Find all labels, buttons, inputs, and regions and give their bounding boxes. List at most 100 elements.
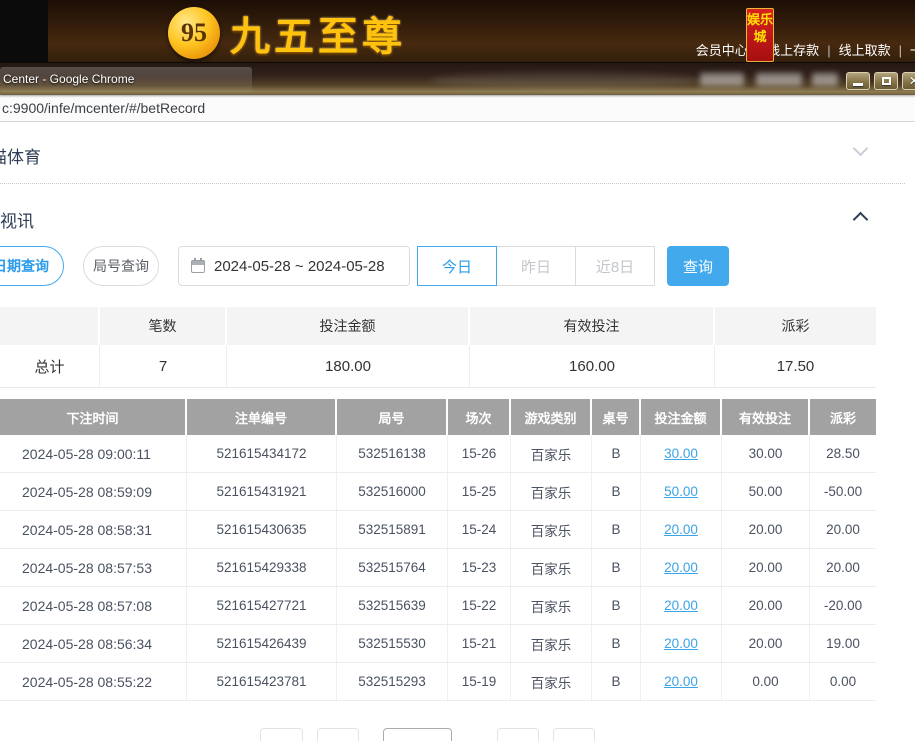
maximize-button[interactable] bbox=[874, 72, 898, 90]
order-id-cell: 521615434172 bbox=[187, 435, 337, 472]
game-type-cell: 百家乐 bbox=[511, 663, 592, 700]
logo-95-icon: 95 bbox=[168, 7, 220, 59]
header-session: 场次 bbox=[448, 399, 511, 435]
pager-first-button[interactable] bbox=[260, 728, 303, 741]
top-nav: 会员中心|线上存款|线上取款|一 bbox=[696, 40, 915, 59]
close-button[interactable]: ✕ bbox=[902, 72, 915, 90]
header-bet-amount: 投注金额 bbox=[641, 399, 722, 435]
valid-bet-cell: 20.00 bbox=[722, 549, 810, 586]
session-cell: 15-25 bbox=[448, 473, 511, 510]
pager-next-button[interactable] bbox=[497, 728, 539, 741]
session-cell: 15-26 bbox=[448, 435, 511, 472]
nav-separator: | bbox=[827, 43, 830, 58]
bet-time-cell: 2024-05-28 08:55:22 bbox=[0, 663, 187, 700]
minimize-button[interactable] bbox=[846, 72, 870, 90]
bet-table-row: 2024-05-28 08:57:08521615427721532515639… bbox=[0, 587, 876, 625]
bet-table-row: 2024-05-28 08:55:22521615423781532515293… bbox=[0, 663, 876, 701]
bet-amount-cell: 20.00 bbox=[641, 663, 722, 700]
order-id-cell: 521615426439 bbox=[187, 625, 337, 662]
header-payout: 派彩 bbox=[810, 399, 876, 435]
bet-time-cell: 2024-05-28 08:56:34 bbox=[0, 625, 187, 662]
game-type-cell: 百家乐 bbox=[511, 511, 592, 548]
bet-amount-link[interactable]: 20.00 bbox=[664, 636, 698, 651]
table-no-cell: B bbox=[592, 549, 641, 586]
valid-bet-cell: 30.00 bbox=[722, 435, 810, 472]
url-bar[interactable]: c:9900/infe/mcenter/#/betRecord bbox=[0, 95, 915, 122]
maximize-icon bbox=[882, 77, 891, 85]
bet-table-header-row: 下注时间 注单编号 局号 场次 游戏类别 桌号 投注金额 有效投注 派彩 bbox=[0, 399, 876, 435]
pager-page-button[interactable] bbox=[383, 728, 452, 741]
table-no-cell: B bbox=[592, 473, 641, 510]
round-id-cell: 532515530 bbox=[337, 625, 448, 662]
section-sports-label: 猫体育 bbox=[0, 143, 41, 168]
date-range-input[interactable]: 2024-05-28 ~ 2024-05-28 bbox=[178, 246, 410, 286]
bet-amount-cell: 50.00 bbox=[641, 473, 722, 510]
bet-time-cell: 2024-05-28 09:00:11 bbox=[0, 435, 187, 472]
bet-amount-cell: 20.00 bbox=[641, 511, 722, 548]
order-id-cell: 521615430635 bbox=[187, 511, 337, 548]
nav-separator: | bbox=[899, 43, 902, 58]
game-type-cell: 百家乐 bbox=[511, 435, 592, 472]
bet-time-cell: 2024-05-28 08:59:09 bbox=[0, 473, 187, 510]
summary-total-row: 总计 7 180.00 160.00 17.50 bbox=[0, 345, 876, 388]
session-cell: 15-19 bbox=[448, 663, 511, 700]
summary-header-blank bbox=[0, 307, 100, 345]
minimize-icon bbox=[853, 83, 863, 86]
summary-bet-value: 180.00 bbox=[227, 345, 470, 387]
bet-amount-cell: 20.00 bbox=[641, 587, 722, 624]
bet-time-cell: 2024-05-28 08:57:08 bbox=[0, 587, 187, 624]
nav-member-center[interactable]: 会员中心 bbox=[696, 43, 748, 58]
order-id-cell: 521615427721 bbox=[187, 587, 337, 624]
bet-table-row: 2024-05-28 08:57:53521615429338532515764… bbox=[0, 549, 876, 587]
bet-amount-link[interactable]: 20.00 bbox=[664, 560, 698, 575]
today-button[interactable]: 今日 bbox=[417, 246, 497, 286]
bet-amount-cell: 30.00 bbox=[641, 435, 722, 472]
nav-partial-link[interactable]: 一 bbox=[910, 43, 915, 58]
header-order-id: 注单编号 bbox=[187, 399, 337, 435]
table-no-cell: B bbox=[592, 625, 641, 662]
search-button[interactable]: 查询 bbox=[667, 246, 729, 286]
bet-amount-link[interactable]: 20.00 bbox=[664, 598, 698, 613]
bet-amount-link[interactable]: 50.00 bbox=[664, 484, 698, 499]
nav-withdraw[interactable]: 线上取款 bbox=[839, 43, 891, 58]
payout-cell: 20.00 bbox=[810, 511, 876, 548]
bet-amount-cell: 20.00 bbox=[641, 625, 722, 662]
pager-prev-button[interactable] bbox=[317, 728, 359, 741]
summary-header-count: 笔数 bbox=[100, 307, 227, 345]
summary-valid-value: 160.00 bbox=[470, 345, 715, 387]
round-id-cell: 532515639 bbox=[337, 587, 448, 624]
valid-bet-cell: 50.00 bbox=[722, 473, 810, 510]
round-id-cell: 532515891 bbox=[337, 511, 448, 548]
round-id-cell: 532516000 bbox=[337, 473, 448, 510]
round-query-tab[interactable]: 局号查询 bbox=[83, 246, 159, 286]
bet-amount-link[interactable]: 30.00 bbox=[664, 446, 698, 461]
section-live-label: 视讯 bbox=[0, 207, 34, 232]
last8days-button[interactable]: 近8日 bbox=[575, 246, 655, 286]
valid-bet-cell: 20.00 bbox=[722, 625, 810, 662]
payout-cell: -50.00 bbox=[810, 473, 876, 510]
bet-table-row: 2024-05-28 08:56:34521615426439532515530… bbox=[0, 625, 876, 663]
summary-header-payout: 派彩 bbox=[715, 307, 876, 345]
window-title: Center - Google Chrome bbox=[3, 72, 134, 86]
yesterday-button[interactable]: 昨日 bbox=[496, 246, 576, 286]
header-round-id: 局号 bbox=[337, 399, 448, 435]
url-text: c:9900/infe/mcenter/#/betRecord bbox=[2, 100, 205, 116]
left-black-strip bbox=[0, 0, 48, 62]
section-live-accordion[interactable]: 视讯 bbox=[0, 207, 915, 237]
payout-cell: -20.00 bbox=[810, 587, 876, 624]
date-range-value: 2024-05-28 ~ 2024-05-28 bbox=[214, 258, 385, 275]
pager-last-button[interactable] bbox=[553, 728, 595, 741]
calendar-icon bbox=[191, 260, 205, 273]
close-icon: ✕ bbox=[909, 74, 915, 88]
table-no-cell: B bbox=[592, 587, 641, 624]
bet-amount-link[interactable]: 20.00 bbox=[664, 522, 698, 537]
section-sports-accordion[interactable]: 猫体育 bbox=[0, 143, 915, 173]
summary-total-label: 总计 bbox=[0, 345, 100, 387]
payout-cell: 20.00 bbox=[810, 549, 876, 586]
bet-time-cell: 2024-05-28 08:57:53 bbox=[0, 549, 187, 586]
bet-amount-link[interactable]: 20.00 bbox=[664, 674, 698, 689]
chrome-titlebar[interactable]: Center - Google Chrome ✕ bbox=[0, 62, 915, 95]
nav-deposit[interactable]: 线上存款 bbox=[767, 43, 819, 58]
payout-cell: 28.50 bbox=[810, 435, 876, 472]
date-query-tab[interactable]: 日期查询 bbox=[0, 246, 64, 286]
